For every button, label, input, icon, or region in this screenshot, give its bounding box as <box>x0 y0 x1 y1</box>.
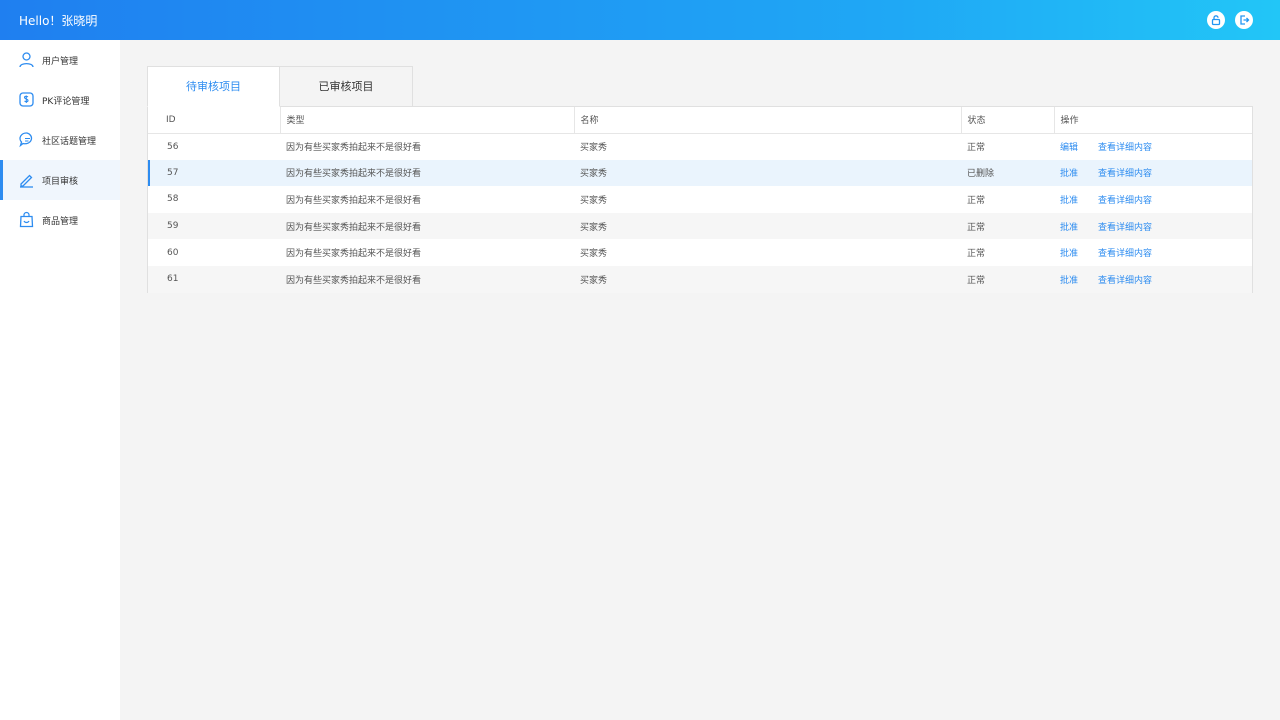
column-header-name: 名称 <box>574 107 962 134</box>
column-header-type: 类型 <box>280 107 575 134</box>
tab-pending-projects[interactable]: 待审核项目 <box>147 66 280 107</box>
cell-type: 因为有些买家秀拍起来不是很好看 <box>286 143 422 154</box>
logout-icon[interactable] <box>1235 11 1253 29</box>
cell-name: 买家秀 <box>574 265 961 293</box>
cell-actions: 批准 查看详细内容 <box>1054 239 1252 266</box>
view-details-link[interactable]: 查看详细内容 <box>1098 169 1152 179</box>
table-row: 60 因为有些买家秀拍起来不是很好看 买家秀 正常 批准 查看详细内容 <box>148 239 1252 266</box>
cell-name: 买家秀 <box>580 143 608 154</box>
table-row: 59 因为有些买家秀拍起来不是很好看 买家秀 正常 批准 查看详细内容 <box>148 212 1252 240</box>
cell-actions: 批准 查看详细内容 <box>1054 159 1252 187</box>
cell-id: 59 <box>148 212 280 240</box>
approve-link[interactable]: 批准 <box>1060 193 1098 206</box>
chat-bubbles-icon <box>19 132 33 148</box>
table-row: 56 因为有些买家秀拍起来不是很好看 买家秀 正常 编辑 查看详细内容 <box>148 133 1252 160</box>
user-icon <box>19 52 34 68</box>
cell-id: 60 <box>167 247 179 258</box>
view-details-link[interactable]: 查看详细内容 <box>1098 223 1152 233</box>
approve-link[interactable]: 批准 <box>1060 246 1098 259</box>
approve-link[interactable]: 批准 <box>1060 166 1098 179</box>
cell-type: 因为有些买家秀拍起来不是很好看 <box>286 249 422 260</box>
table-header-row: ID 类型 名称 状态 操作 <box>148 107 1252 134</box>
cell-actions: 批准 查看详细内容 <box>1054 186 1252 213</box>
cell-status: 正常 <box>961 265 1054 293</box>
sidebar-item-label: 社区话题管理 <box>42 137 97 147</box>
cell-status: 已删除 <box>961 159 1054 187</box>
cell-id: 56 <box>167 141 179 152</box>
cell-name: 买家秀 <box>580 195 608 206</box>
lock-icon[interactable] <box>1207 11 1225 29</box>
approve-link[interactable]: 批准 <box>1060 220 1098 233</box>
sidebar-item-community-topics[interactable]: 社区话题管理 <box>0 120 120 160</box>
cell-actions: 编辑 查看详细内容 <box>1054 133 1252 160</box>
cell-type: 因为有些买家秀拍起来不是很好看 <box>280 212 574 240</box>
cell-status: 正常 <box>967 249 986 260</box>
cell-actions: 批准 查看详细内容 <box>1054 212 1252 240</box>
sidebar-item-pk-comments[interactable]: PK评论管理 <box>0 80 120 120</box>
cell-type: 因为有些买家秀拍起来不是很好看 <box>286 195 422 206</box>
cell-status: 正常 <box>967 143 986 154</box>
tab-reviewed-projects[interactable]: 已审核项目 <box>279 66 413 107</box>
view-details-link[interactable]: 查看详细内容 <box>1098 276 1152 286</box>
sidebar-item-label: PK评论管理 <box>42 97 90 107</box>
column-header-id: ID <box>148 107 281 134</box>
cell-type: 因为有些买家秀拍起来不是很好看 <box>280 159 574 187</box>
edit-link[interactable]: 编辑 <box>1060 140 1098 153</box>
view-details-link[interactable]: 查看详细内容 <box>1098 143 1152 153</box>
projects-table: ID 类型 名称 状态 操作 56 因为有些买家秀拍起来不是很好看 买家秀 正常… <box>147 106 1253 293</box>
cell-id: 58 <box>167 194 179 205</box>
project-review-panel: 待审核项目 已审核项目 ID 类型 名称 状态 操作 56 因为有些买家秀拍起来… <box>147 66 1253 293</box>
cell-id: 57 <box>148 159 280 187</box>
shopping-bag-icon <box>19 211 34 228</box>
table-row: 61 因为有些买家秀拍起来不是很好看 买家秀 正常 批准 查看详细内容 <box>148 265 1252 293</box>
cell-status: 正常 <box>961 212 1054 240</box>
edit-pen-icon <box>20 174 33 188</box>
cell-status: 正常 <box>967 195 986 206</box>
sidebar-item-users[interactable]: 用户管理 <box>0 40 120 80</box>
sidebar-item-products[interactable]: 商品管理 <box>0 200 120 240</box>
cell-name: 买家秀 <box>574 159 961 187</box>
view-details-link[interactable]: 查看详细内容 <box>1098 249 1152 259</box>
cell-actions: 批准 查看详细内容 <box>1054 265 1252 293</box>
sidebar-item-project-review[interactable]: 项目审核 <box>0 160 120 200</box>
table-row: 57 因为有些买家秀拍起来不是很好看 买家秀 已删除 批准 查看详细内容 <box>148 159 1252 187</box>
sidebar-item-label: 项目审核 <box>42 177 79 187</box>
top-header: Hello！张晓明 <box>0 0 1280 40</box>
column-header-status: 状态 <box>961 107 1055 134</box>
greeting-text: Hello！张晓明 <box>19 14 98 28</box>
cell-name: 买家秀 <box>574 212 961 240</box>
sidebar: 用户管理 PK评论管理 社区话题管理 项目审核 商品管理 <box>0 40 120 720</box>
column-header-actions: 操作 <box>1054 107 1252 134</box>
cell-name: 买家秀 <box>580 249 608 260</box>
cell-id: 61 <box>148 265 280 293</box>
approve-link[interactable]: 批准 <box>1060 273 1098 286</box>
sidebar-item-label: 用户管理 <box>42 57 79 67</box>
table-row: 58 因为有些买家秀拍起来不是很好看 买家秀 正常 批准 查看详细内容 <box>148 186 1252 213</box>
sidebar-item-label: 商品管理 <box>42 217 79 227</box>
view-details-link[interactable]: 查看详细内容 <box>1098 196 1152 206</box>
cell-type: 因为有些买家秀拍起来不是很好看 <box>280 265 574 293</box>
dollar-chat-icon <box>19 92 34 107</box>
